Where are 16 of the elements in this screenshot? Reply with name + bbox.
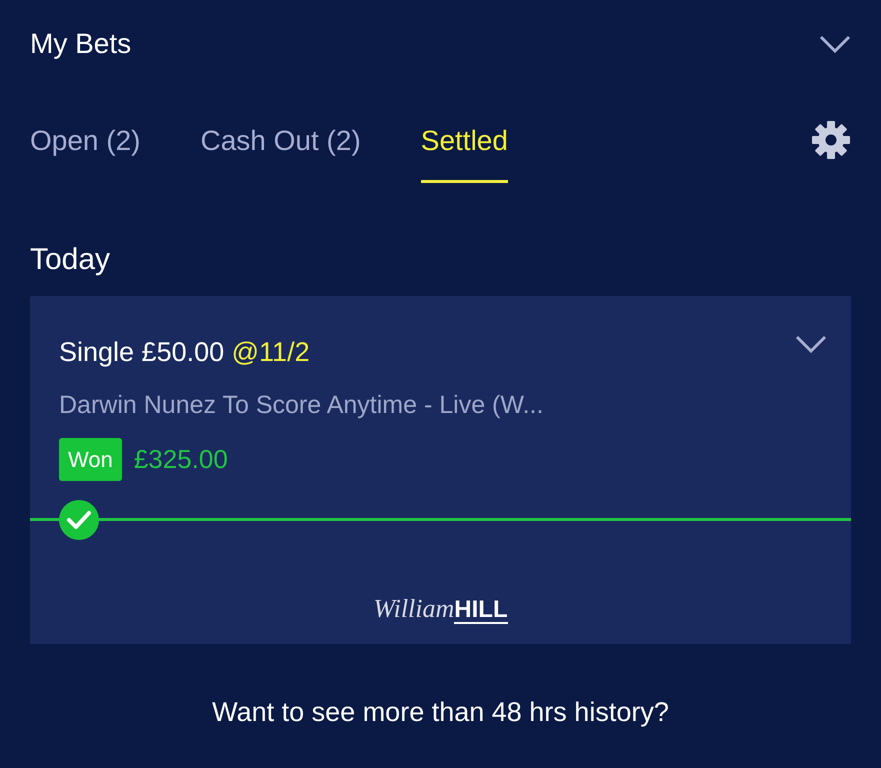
tab[interactable]: Settled (420, 98, 508, 182)
section-heading: Today (29, 242, 112, 278)
bet-summary: Single £50.00 @11/2 (59, 336, 310, 369)
chevron-icon[interactable] (819, 34, 851, 54)
chevron-icon[interactable] (795, 334, 827, 354)
check-icon (59, 500, 99, 540)
history-prompt[interactable]: Want to see more than 48 hrs history? (0, 692, 881, 732)
result-badge: Won (59, 438, 122, 481)
settings-icon[interactable] (811, 120, 851, 160)
returns-amount: £325.00 (134, 443, 228, 476)
tab[interactable]: Open (2) (30, 98, 140, 182)
tab[interactable]: Cash Out (2) (200, 98, 361, 182)
bet-selection: Darwin Nunez To Score Anytime - Live (W... (59, 390, 544, 420)
brand-logo-wordmark: HILL (454, 598, 508, 624)
page-title: My Bets (30, 27, 132, 61)
brand-logo-script: William (373, 593, 454, 625)
